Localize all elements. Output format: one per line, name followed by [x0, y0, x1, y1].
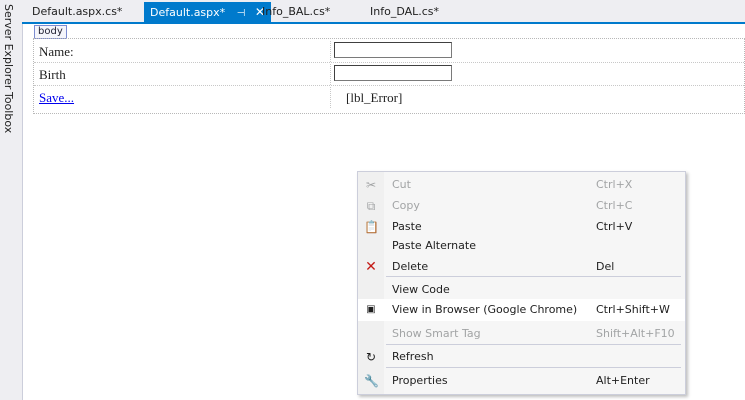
menu-item-show-smart-tag[interactable]: Show Smart Tag Shift+Alt+F10 [358, 323, 685, 345]
menu-item-label: Copy [392, 199, 420, 212]
tab-default-aspx[interactable]: Default.aspx* ⊣ ✕ [144, 2, 271, 22]
cell-divider [330, 87, 331, 108]
menu-item-properties[interactable]: 🔧 Properties Alt+Enter [358, 370, 685, 392]
menu-item-shortcut: Ctrl+X [596, 178, 633, 191]
delete-x-icon: ✕ [365, 259, 377, 275]
menu-item-label: View in Browser (Google Chrome) [392, 303, 578, 316]
server-explorer-tab[interactable]: Server Explorer [2, 4, 15, 89]
birth-label: Birth [39, 67, 66, 82]
menu-item-shortcut: Ctrl+Shift+W [596, 303, 670, 316]
pin-icon[interactable]: ⊣ [237, 8, 246, 19]
menu-item-shortcut: Alt+Enter [596, 374, 650, 387]
menu-item-shortcut: Ctrl+V [596, 220, 633, 233]
menu-item-label: Paste [392, 220, 422, 233]
menu-item-cut[interactable]: ✂ Cut Ctrl+X [358, 174, 685, 196]
tab-label: Info_DAL.cs* [370, 5, 440, 18]
toolbox-tab[interactable]: Toolbox [2, 92, 15, 133]
table-row[interactable]: Save... [lbl_Error] [34, 87, 744, 108]
menu-item-label: Refresh [392, 350, 434, 363]
menu-item-paste-alternate[interactable]: Paste Alternate [358, 235, 685, 257]
menu-item-view-in-browser[interactable]: ▣ View in Browser (Google Chrome) Ctrl+S… [358, 299, 685, 321]
menu-item-refresh[interactable]: ↻ Refresh [358, 346, 685, 368]
menu-item-delete[interactable]: ✕ Delete Del [358, 256, 685, 278]
menu-separator [386, 344, 681, 345]
table-row[interactable]: Birth [34, 64, 744, 86]
browser-icon: ▣ [366, 304, 376, 315]
menu-separator [386, 367, 681, 368]
copy-icon: ⧉ [366, 199, 376, 213]
cell-divider [330, 64, 331, 85]
save-link-cell: Save... [39, 90, 74, 106]
menu-item-shortcut: Shift+Alt+F10 [596, 327, 675, 340]
birth-textbox[interactable] [334, 65, 452, 81]
cell-divider [330, 41, 331, 62]
body-tag-label[interactable]: body [34, 25, 67, 39]
menu-item-label: Properties [392, 374, 448, 387]
menu-item-view-code[interactable]: View Code [358, 279, 685, 301]
table-row[interactable]: Name: [34, 41, 744, 63]
menu-item-copy[interactable]: ⧉ Copy Ctrl+C [358, 195, 685, 217]
menu-item-shortcut: Del [596, 260, 615, 273]
tab-default-aspx-cs[interactable]: Default.aspx.cs* [26, 3, 128, 21]
tab-info-bal-cs[interactable]: Info_BAL.cs* [256, 3, 336, 21]
tab-label: Default.aspx.cs* [32, 5, 123, 18]
name-textbox[interactable] [334, 42, 452, 58]
tab-label: Info_BAL.cs* [262, 5, 331, 18]
left-tool-strip: Server Explorer Toolbox [0, 0, 23, 400]
name-label: Name: [39, 44, 74, 59]
context-menu: ✂ Cut Ctrl+X ⧉ Copy Ctrl+C 📋 Paste Ctrl+… [357, 171, 686, 395]
error-label[interactable]: [lbl_Error] [346, 90, 402, 106]
scissors-icon: ✂ [365, 178, 377, 192]
tab-info-dal-cs[interactable]: Info_DAL.cs* [364, 3, 445, 21]
refresh-icon: ↻ [365, 350, 377, 364]
save-link[interactable]: Save... [39, 90, 74, 105]
menu-item-label: Delete [392, 260, 429, 273]
wrench-icon: 🔧 [364, 374, 379, 388]
paste-icon: 📋 [364, 220, 379, 234]
menu-item-label: Show Smart Tag [392, 327, 481, 340]
menu-item-label: View Code [392, 283, 450, 296]
tab-label: Default.aspx* [150, 6, 226, 19]
menu-item-label: Paste Alternate [392, 239, 476, 252]
form-table[interactable]: Name: Birth Save... [lbl_Error] [33, 38, 745, 114]
menu-item-shortcut: Ctrl+C [596, 199, 633, 212]
document-tab-strip: Default.aspx.cs* Default.aspx* ⊣ ✕ Info_… [22, 0, 745, 24]
menu-separator [386, 276, 681, 277]
menu-item-label: Cut [392, 178, 411, 191]
